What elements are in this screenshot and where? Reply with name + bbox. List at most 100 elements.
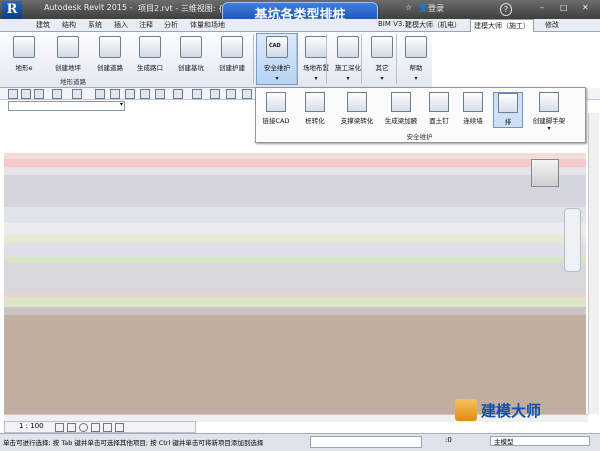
terrain-surface-button[interactable]: 地形e (4, 34, 44, 74)
soil-nail-label: 面土钉 (429, 117, 449, 125)
tab-modify[interactable]: 修改 (545, 20, 559, 30)
tag-icon[interactable] (140, 89, 150, 99)
scaffold-icon (539, 92, 559, 112)
dimension-icon[interactable] (125, 89, 135, 99)
beam-haunch-button[interactable]: 生成梁加腋 (380, 92, 422, 126)
help-icon[interactable]: ? (500, 3, 512, 16)
chevron-down-icon: ▾ (275, 75, 279, 82)
wall-icon (463, 92, 483, 112)
tab-analyze[interactable]: 分析 (164, 20, 178, 30)
create-slope-label: 创建护建 (219, 64, 245, 72)
shadows-icon[interactable] (91, 423, 100, 432)
tab-systems[interactable]: 系统 (88, 20, 102, 30)
type-selector[interactable]: ▾ (8, 101, 125, 111)
help-button[interactable]: 帮助 ▾ (396, 34, 436, 84)
soil-nail-icon (429, 92, 449, 112)
save-icon[interactable] (21, 89, 31, 99)
viewcube-icon[interactable] (531, 159, 559, 187)
3d-view-icon[interactable] (173, 89, 183, 99)
generate-intersection-button[interactable]: 生成路口 (130, 34, 170, 74)
pile-convert-button[interactable]: 桩转化 (297, 92, 333, 126)
detail-level-icon[interactable] (55, 423, 64, 432)
support-beam-convert-button[interactable]: 支撑梁转化 (337, 92, 377, 126)
soil-nail-button[interactable]: 面土钉 (424, 92, 454, 126)
navigation-bar[interactable] (564, 208, 581, 272)
visual-style-icon[interactable] (67, 423, 76, 432)
pile-icon (305, 92, 325, 112)
create-foundation-pit-button[interactable]: 创建基坑 (171, 34, 211, 74)
star-icon[interactable]: ☆ (405, 3, 412, 12)
tab-annotate[interactable]: 注释 (139, 20, 153, 30)
design-option-selector[interactable]: 主模型 (490, 436, 590, 446)
diaphragm-wall-button[interactable]: 连续墙 (456, 92, 490, 126)
dropdown-group-title: 安全维护 (406, 133, 433, 141)
text-icon[interactable] (155, 89, 165, 99)
close-icon[interactable]: ✕ (582, 3, 589, 12)
undo-icon[interactable] (52, 89, 62, 99)
maximize-icon[interactable]: □ (560, 3, 568, 12)
link-cad-label: 链接CAD (262, 117, 290, 125)
revit-logo-button[interactable]: R (2, 1, 22, 19)
view-control-bar: 1 : 100 (4, 421, 196, 433)
create-road-button[interactable]: 创建道路 (90, 34, 130, 74)
support-beam-convert-label: 支撑梁转化 (340, 117, 374, 125)
tab-architecture[interactable]: 建筑 (36, 20, 50, 30)
sync-icon[interactable] (34, 89, 44, 99)
section-icon[interactable] (192, 89, 202, 99)
create-floor-label: 创建地坪 (55, 64, 81, 72)
selection-count: :0 (445, 436, 452, 444)
safety-support-button[interactable]: CAD 安全维护 ▾ (256, 33, 298, 85)
beam-haunch-label: 生成梁加腋 (384, 117, 418, 125)
app-title: Autodesk Revit 2015 - (44, 3, 133, 12)
switch-windows-icon[interactable] (226, 89, 236, 99)
site-layout-icon (305, 36, 327, 58)
model-band (4, 243, 586, 257)
construction-detail-label: 施工深化 (335, 64, 361, 72)
print-icon[interactable] (95, 89, 105, 99)
tab-model-master-mep[interactable]: 建模大师（机电） (405, 20, 461, 30)
tab-model-master-construction[interactable]: 建模大师（施工） (470, 19, 534, 32)
create-scaffold-button[interactable]: 创建脚手架 ▾ (526, 92, 572, 132)
pile-row-button[interactable]: 排 (493, 92, 523, 128)
model-band (4, 159, 586, 167)
create-slope-button[interactable]: 创建护建 (212, 34, 252, 74)
watermark-text: 建模大师 (481, 401, 542, 420)
customize-qat-icon[interactable] (242, 89, 252, 99)
pile-convert-label: 桩转化 (305, 117, 325, 125)
user-icon[interactable]: 👤 (418, 3, 428, 12)
tab-structure[interactable]: 结构 (62, 20, 76, 30)
login-label[interactable]: 登录 (428, 3, 444, 14)
measure-icon[interactable] (110, 89, 120, 99)
terrain-label: 地形e (15, 64, 33, 72)
chevron-down-icon: ▾ (119, 101, 123, 108)
status-bar: 单击可进行选择; 按 Tab 键并单击可选择其他项目; 按 Ctrl 键并单击可… (0, 433, 600, 451)
3d-view-canvas[interactable] (4, 113, 586, 414)
intersection-icon (139, 36, 161, 58)
redo-icon[interactable] (72, 89, 82, 99)
vertical-scrollbar[interactable] (588, 113, 599, 414)
ribbon-group-label: 地形道路 (60, 78, 86, 86)
tab-massing-site[interactable]: 体量和场地 (190, 20, 225, 30)
view-scale[interactable]: 1 : 100 (19, 422, 44, 430)
sun-path-icon[interactable] (79, 423, 88, 432)
status-hint: 单击可进行选择; 按 Tab 键并单击可选择其他项目; 按 Ctrl 键并单击可… (3, 439, 264, 447)
crop-view-icon[interactable] (103, 423, 112, 432)
workset-selector[interactable] (310, 436, 422, 448)
shield-check-icon (371, 36, 393, 58)
minimize-icon[interactable]: – (540, 3, 544, 12)
brand-logo-icon (455, 399, 477, 421)
model-band (4, 235, 586, 243)
terrain-icon (13, 36, 35, 58)
pile-row-icon (498, 93, 518, 113)
model-band (4, 223, 586, 235)
open-icon[interactable] (8, 89, 18, 99)
ribbon-separator (326, 34, 327, 84)
temporary-hide-icon[interactable] (115, 423, 124, 432)
close-hidden-windows-icon[interactable] (210, 89, 220, 99)
tab-insert[interactable]: 插入 (114, 20, 128, 30)
create-floor-button[interactable]: 创建地坪 (48, 34, 88, 74)
model-band (4, 167, 586, 175)
road-icon (99, 36, 121, 58)
link-cad-button[interactable]: 链接CAD (258, 92, 294, 126)
generate-intersection-label: 生成路口 (137, 64, 163, 72)
